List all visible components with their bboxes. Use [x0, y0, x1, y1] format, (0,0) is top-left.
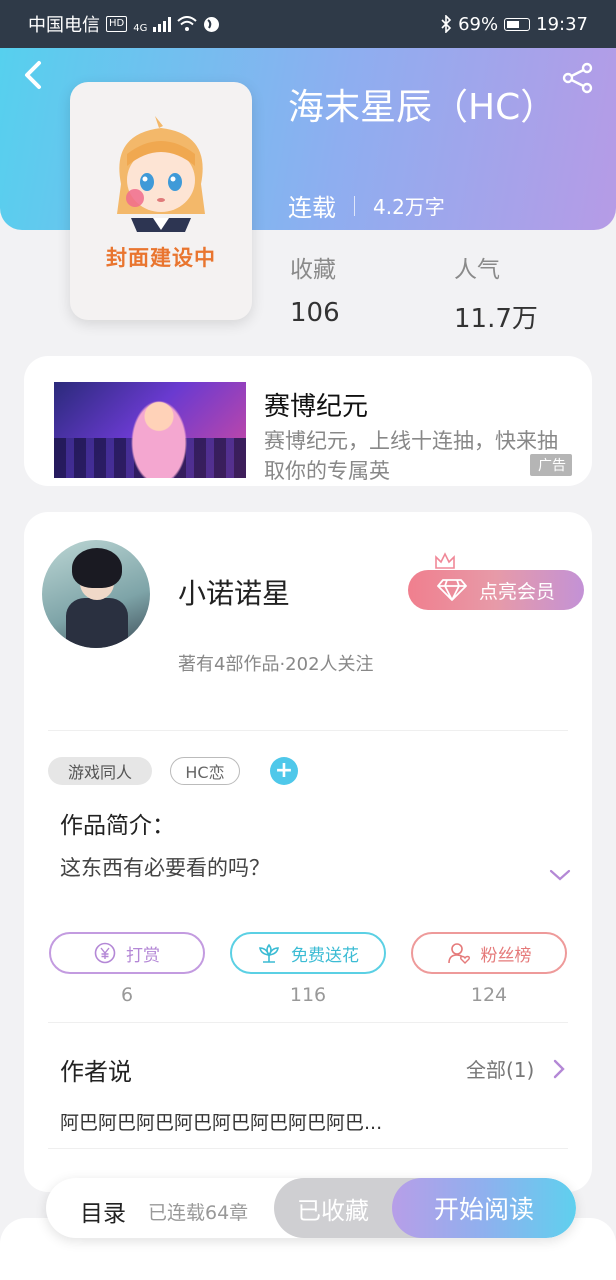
wifi-icon — [177, 16, 198, 31]
battery-icon — [504, 17, 531, 31]
ad-card[interactable]: 赛博纪元 赛博纪元，上线十连抽，快来抽取你的专属英 广告 — [24, 356, 592, 486]
toc-button[interactable]: 目录 — [80, 1194, 126, 1228]
author-says-all-link[interactable]: 全部(1) — [466, 1054, 534, 1083]
stat-label: 收藏 — [290, 257, 336, 283]
chapter-count: 已连载64章 — [148, 1202, 249, 1224]
vip-button[interactable]: 点亮会员 — [408, 570, 584, 610]
divider — [48, 1148, 568, 1149]
send-flower-label: 免费送花 — [291, 945, 359, 966]
status-right: 69% 19:37 — [440, 14, 588, 35]
ad-title: 赛博纪元 — [264, 392, 369, 422]
add-tag-button[interactable]: + — [270, 757, 298, 785]
serial-status: 连载 — [288, 194, 336, 222]
fan-user-icon — [447, 943, 470, 964]
chevron-right-icon[interactable] — [552, 1058, 566, 1080]
divider — [48, 1022, 568, 1023]
vip-label: 点亮会员 — [478, 580, 555, 603]
flower-count: 116 — [289, 984, 327, 1006]
back-arrow-icon — [25, 61, 41, 89]
tag-hc-romance[interactable]: HC恋 — [170, 757, 240, 785]
diamond-icon — [437, 579, 467, 601]
fan-ranking-label: 粉丝榜 — [480, 945, 532, 966]
stat-value: 106 — [290, 298, 340, 328]
yen-coin-icon — [94, 942, 116, 964]
author-name[interactable]: 小诺诺星 — [178, 572, 290, 612]
word-count: 4.2万字 — [373, 195, 445, 219]
chevron-down-icon[interactable] — [548, 866, 572, 884]
bluetooth-icon — [441, 15, 452, 33]
flower-icon — [259, 943, 279, 963]
send-flower-button[interactable]: 免费送花 — [230, 932, 386, 974]
reward-button[interactable]: 打赏 — [49, 932, 205, 974]
intro-text: 这东西有必要看的吗？ — [60, 856, 270, 880]
divider — [48, 730, 568, 731]
intro-heading: 作品简介： — [60, 813, 175, 839]
battery-percent: 69% — [458, 13, 499, 35]
book-cover[interactable]: 封面建设中 — [70, 82, 252, 320]
stat-value: 11.7万 — [454, 304, 538, 334]
book-detail-card: 小诺诺星 点亮会员 著有4部作品·202人关注 游戏同人 HC恋 + 作品简介：… — [24, 512, 592, 1192]
tag-game-fanfic[interactable]: 游戏同人 — [48, 757, 152, 785]
reward-count: 6 — [120, 984, 134, 1006]
book-title: 海末星辰（HC） — [288, 87, 557, 128]
start-reading-label: 开始阅读 — [433, 1195, 534, 1224]
crown-icon — [435, 552, 455, 569]
fan-ranking-button[interactable]: 粉丝榜 — [411, 932, 567, 974]
bottom-action-bar: 目录 已连载64章 已收藏 开始阅读 — [46, 1178, 576, 1238]
author-says-text[interactable]: 阿巴阿巴阿巴阿巴阿巴阿巴阿巴阿巴... — [60, 1108, 382, 1135]
book-status-row: 连载 4.2万字 — [288, 188, 445, 223]
stat-label: 人气 — [454, 257, 500, 283]
back-button[interactable] — [22, 60, 52, 96]
hd-badge: HD — [106, 16, 128, 32]
globe-icon — [204, 16, 220, 32]
stat-favorites: 收藏 106 — [290, 250, 340, 328]
network-type: 4G — [133, 23, 148, 34]
author-says-heading: 作者说 — [60, 1058, 132, 1086]
ad-image — [54, 382, 246, 478]
cover-placeholder-illustration — [117, 116, 205, 232]
stat-popularity: 人气 11.7万 — [454, 250, 538, 335]
author-meta: 著有4部作品·202人关注 — [178, 654, 374, 675]
collected-label: 已收藏 — [297, 1196, 369, 1225]
status-left: 中国电信 HD 4G — [28, 11, 220, 37]
reward-label: 打赏 — [126, 945, 160, 966]
ad-description: 赛博纪元，上线十连抽，快来抽取你的专属英 — [264, 429, 558, 483]
start-reading-button[interactable]: 开始阅读 — [392, 1178, 576, 1238]
author-avatar[interactable] — [42, 540, 150, 648]
cover-placeholder-text: 封面建设中 — [106, 246, 216, 270]
fan-count: 124 — [470, 984, 508, 1006]
status-bar: 中国电信 HD 4G 69% 19:37 — [0, 0, 616, 48]
clock: 19:37 — [536, 13, 588, 35]
status-divider — [354, 195, 355, 216]
ad-badge: 广告 — [530, 454, 572, 476]
signal-icon — [153, 16, 172, 32]
carrier-name: 中国电信 — [28, 15, 100, 36]
